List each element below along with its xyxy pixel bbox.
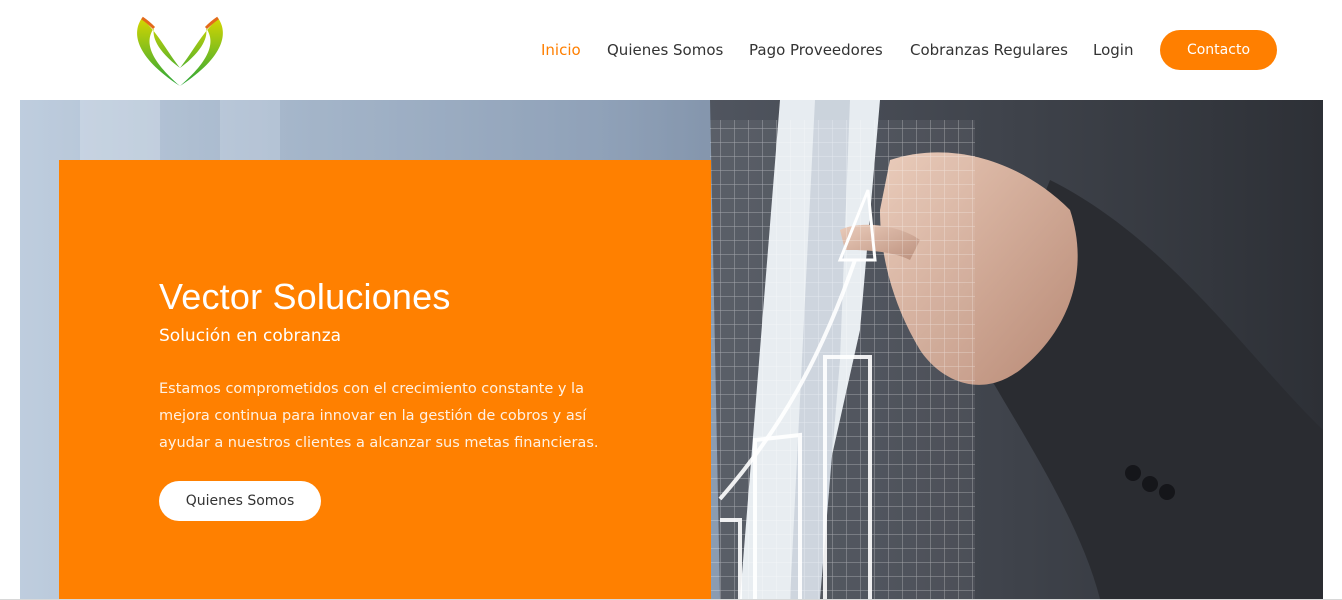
- quienes-somos-button[interactable]: Quienes Somos: [159, 481, 321, 521]
- main-nav: Inicio Quienes Somos Pago Proveedores Co…: [0, 30, 1342, 70]
- nav-item-inicio[interactable]: Inicio: [541, 30, 581, 70]
- hero-section: Vector Soluciones Solución en cobranza E…: [20, 100, 1323, 599]
- nav-item-pago-proveedores[interactable]: Pago Proveedores: [749, 30, 883, 70]
- site-header: Inicio Quienes Somos Pago Proveedores Co…: [0, 0, 1342, 100]
- hero-subtitle: Solución en cobranza: [159, 326, 342, 346]
- nav-item-quienes-somos[interactable]: Quienes Somos: [607, 30, 723, 70]
- hero-description: Estamos comprometidos con el crecimiento…: [159, 381, 599, 451]
- hero-card: Vector Soluciones Solución en cobranza E…: [59, 160, 711, 599]
- nav-item-cobranzas-regulares[interactable]: Cobranzas Regulares: [910, 30, 1068, 70]
- contact-button[interactable]: Contacto: [1160, 30, 1277, 70]
- hero-title: Vector Soluciones: [159, 276, 451, 317]
- nav-item-login[interactable]: Login: [1093, 30, 1133, 70]
